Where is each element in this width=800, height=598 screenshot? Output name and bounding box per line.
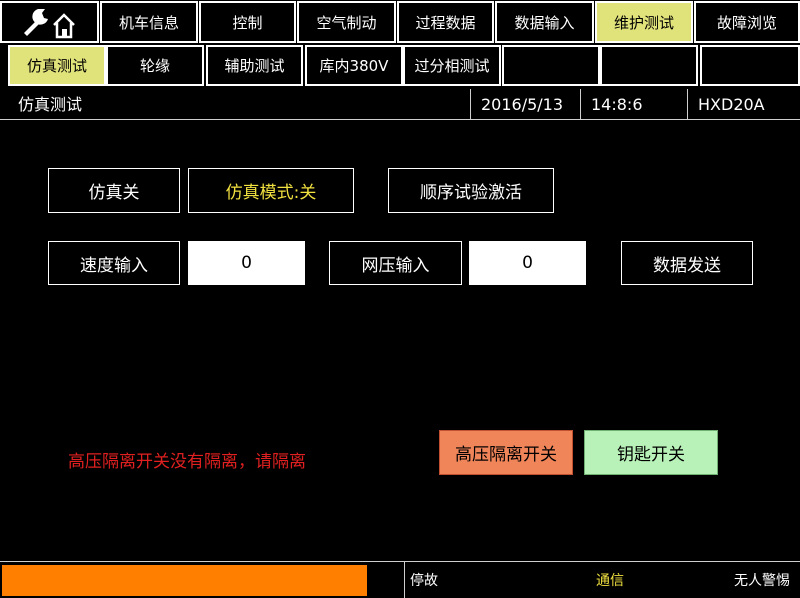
- header-date: 2016/5/13: [470, 89, 580, 119]
- top-tab-6[interactable]: 维护测试: [595, 1, 693, 43]
- header-model: HXD20A: [687, 89, 800, 119]
- status-fault: 停故: [410, 573, 438, 589]
- speed-input-button[interactable]: 速度输入: [48, 241, 180, 285]
- status-divider-1: [404, 562, 405, 598]
- sub-tab-7[interactable]: [600, 45, 698, 86]
- voltage-input-button[interactable]: 网压输入: [329, 241, 462, 285]
- speed-value-field[interactable]: 0: [188, 241, 305, 285]
- sub-tab-5[interactable]: 过分相测试: [403, 45, 501, 86]
- home-button[interactable]: [0, 1, 99, 43]
- status-communication: 通信: [596, 573, 624, 589]
- sim-off-button[interactable]: 仿真关: [48, 168, 180, 213]
- top-tab-7[interactable]: 故障浏览: [694, 1, 800, 43]
- isolation-warning: 高压隔离开关没有隔离，请隔离: [68, 451, 306, 472]
- top-tab-4[interactable]: 过程数据: [397, 1, 494, 43]
- top-tab-3[interactable]: 空气制动: [297, 1, 396, 43]
- sub-tab-1[interactable]: 仿真测试: [8, 45, 106, 86]
- status-unattended-alert: 无人警惕: [734, 573, 790, 589]
- voltage-value-field[interactable]: 0: [469, 241, 586, 285]
- key-switch-button[interactable]: 钥匙开关: [584, 430, 718, 475]
- header-divider: [0, 119, 800, 120]
- sub-tab-empty[interactable]: [700, 45, 800, 86]
- top-tab-5[interactable]: 数据输入: [495, 1, 594, 43]
- page-title: 仿真测试: [18, 95, 83, 114]
- sub-tab-6[interactable]: [502, 45, 600, 86]
- wrench-house-icon: [24, 9, 75, 39]
- sub-tab-3[interactable]: 辅助测试: [206, 45, 303, 86]
- top-tab-1[interactable]: 机车信息: [100, 1, 198, 43]
- send-data-button[interactable]: 数据发送: [621, 241, 753, 285]
- sub-tab-4[interactable]: 库内380V: [305, 45, 403, 86]
- hv-isolation-switch-button[interactable]: 高压隔离开关: [439, 430, 573, 475]
- top-tab-2[interactable]: 控制: [199, 1, 296, 43]
- sequence-test-button[interactable]: 顺序试验激活: [388, 168, 554, 213]
- sub-tab-2[interactable]: 轮缘: [106, 45, 204, 86]
- header-time: 14:8:6: [580, 89, 687, 119]
- status-progress-bar: [2, 565, 367, 596]
- sim-mode-button[interactable]: 仿真模式:关: [188, 168, 354, 213]
